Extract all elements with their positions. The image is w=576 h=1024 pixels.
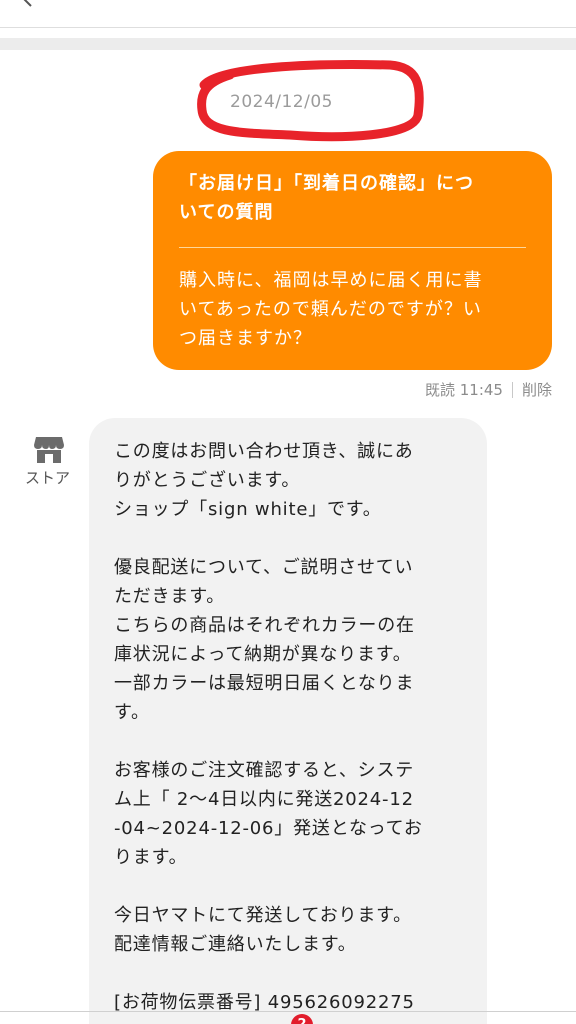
subject-divider: [179, 247, 526, 248]
message-subject: 「お届け日」「到着日の確認」につ いての質問: [179, 169, 526, 227]
message-line: [114, 727, 469, 756]
subject-line: 「お届け日」「到着日の確認」につ: [179, 173, 474, 194]
message-line: 優良配送について、ご説明させてい: [114, 557, 414, 578]
message-line: [お荷物伝票番号] 495626092275: [114, 992, 415, 1013]
message-meta: 既読 11:45 削除: [425, 379, 552, 400]
meta-divider: [511, 381, 513, 398]
message-line: 一部カラーは最短明日届くとなりま: [114, 673, 415, 694]
user-message-bubble: 「お届け日」「到着日の確認」につ いての質問 購入時に、福岡は早めに届く用に書 …: [153, 151, 552, 370]
store-label: ストア: [25, 469, 71, 487]
message-line: -04~2024-12-06」発送となってお: [114, 818, 423, 839]
message-line: 配達情報ご連絡いたします。: [114, 934, 357, 955]
bottom-divider: [0, 1011, 576, 1012]
top-bar: [0, 0, 576, 28]
message-line: こちらの商品はそれぞれカラーの在: [114, 615, 415, 636]
message-line: [114, 524, 469, 553]
chat-screen: 2024/12/05 「お届け日」「到着日の確認」につ いての質問 購入時に、福…: [0, 0, 576, 1024]
message-line: ショップ「sign white」です。: [114, 499, 382, 520]
delete-link[interactable]: 削除: [522, 379, 552, 400]
body-line: つ届きますか？: [179, 328, 312, 349]
subject-line: いての質問: [179, 202, 274, 223]
message-body: 購入時に、福岡は早めに届く用に書 いてあったので頼んだのですが？い つ届きますか…: [179, 266, 526, 353]
message-line: りがとうございます。: [114, 470, 301, 491]
message-line: ただきます。: [114, 586, 225, 607]
message-line: [114, 872, 469, 901]
message-line: 庫状況によって納期が異なります。: [114, 644, 412, 665]
message-line: [114, 959, 469, 988]
message-line: ります。: [114, 847, 188, 868]
message-line: ム上「 2〜4日以内に発送2024-12: [114, 789, 414, 810]
message-line: お客様のご注文確認すると、システ: [114, 760, 415, 781]
body-line: 購入時に、福岡は早めに届く用に書: [179, 270, 483, 291]
message-line: 今日ヤマトにて発送しております。: [114, 905, 412, 926]
message-line: す。: [114, 702, 150, 723]
body-line: いてあったので頼んだのですが？い: [179, 299, 482, 320]
store-message-bubble: この度はお問い合わせ頂き、誠にあ りがとうございます。ショップ「sign whit…: [89, 418, 487, 1024]
store-message-body: この度はお問い合わせ頂き、誠にあ りがとうございます。ショップ「sign whit…: [114, 437, 469, 1017]
chevron-left-icon[interactable]: [20, 0, 36, 8]
read-time: 既読 11:45: [424, 381, 503, 399]
message-line: この度はお問い合わせ頂き、誠にあ: [114, 441, 414, 462]
store-icon: [34, 437, 64, 463]
message-date: 2024/12/05: [230, 92, 333, 112]
section-separator: [0, 38, 576, 50]
